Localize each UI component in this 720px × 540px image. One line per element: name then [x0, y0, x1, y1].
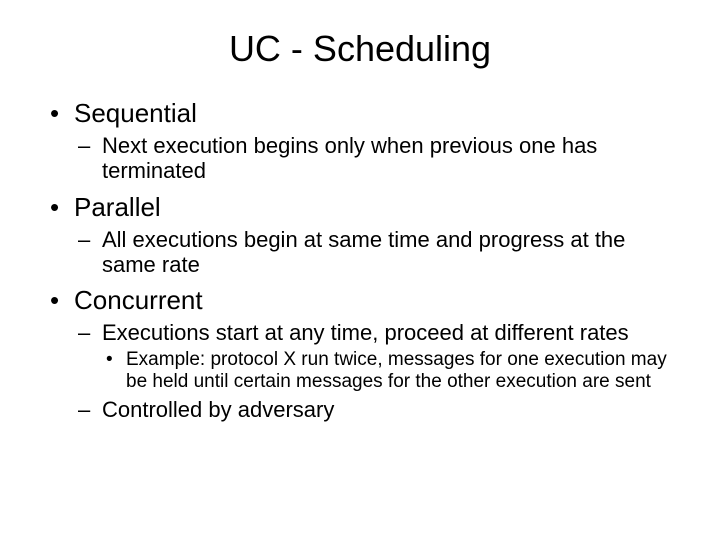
bullet-concurrent: Concurrent	[50, 285, 680, 316]
slide-title: UC - Scheduling	[0, 28, 720, 70]
bullet-concurrent-detail-2: Controlled by adversary	[78, 397, 680, 422]
bullet-sequential: Sequential	[50, 98, 680, 129]
bullet-parallel: Parallel	[50, 192, 680, 223]
bullet-sequential-detail: Next execution begins only when previous…	[78, 133, 680, 184]
bullet-concurrent-example: Example: protocol X run twice, messages …	[106, 349, 680, 393]
slide-content: Sequential Next execution begins only wh…	[0, 98, 720, 422]
bullet-list: Sequential Next execution begins only wh…	[50, 98, 680, 422]
bullet-concurrent-detail-1: Executions start at any time, proceed at…	[78, 320, 680, 345]
bullet-parallel-detail: All executions begin at same time and pr…	[78, 227, 680, 278]
